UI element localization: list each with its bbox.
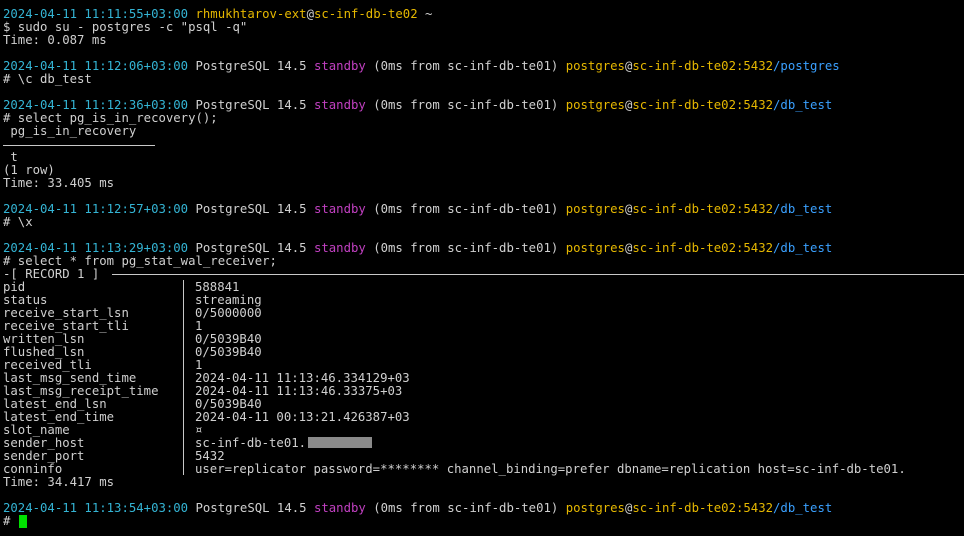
shell-host: sc-inf-db-te02 xyxy=(313,7,418,21)
psql-command: # \x xyxy=(3,215,33,229)
psql-prompt-line: 2024-04-11 11:12:57+03:00 PostgreSQL 14.… xyxy=(3,202,833,216)
timestamp: 2024-04-11 11:12:06+03:00 xyxy=(3,59,189,73)
timestamp: 2024-04-11 11:13:29+03:00 xyxy=(3,241,189,255)
database-name: /db_test xyxy=(773,98,833,112)
record-column-separator xyxy=(183,280,184,475)
record-field-value: 2024-04-11 00:13:21.426387+03 xyxy=(195,410,410,424)
terminal-cursor[interactable] xyxy=(19,515,27,528)
record-field-value: user=replicator password=******** channe… xyxy=(195,462,906,476)
standby-indicator: standby xyxy=(313,501,366,515)
standby-indicator: standby xyxy=(313,202,366,216)
psql-prompt-line: 2024-04-11 11:12:06+03:00 PostgreSQL 14.… xyxy=(3,59,840,73)
database-name: /db_test xyxy=(773,202,833,216)
psql-prompt-line: 2024-04-11 11:13:54+03:00 PostgreSQL 14.… xyxy=(3,501,833,515)
record-field-value: 0/5000000 xyxy=(195,306,262,320)
record-header-rule xyxy=(112,274,964,275)
timestamp: 2024-04-11 11:11:55+03:00 xyxy=(3,7,189,21)
standby-indicator: standby xyxy=(313,98,366,112)
shell-user: rhmukhtarov-ext xyxy=(195,7,307,21)
timestamp: 2024-04-11 11:12:57+03:00 xyxy=(3,202,189,216)
psql-input-prompt[interactable]: # xyxy=(3,515,10,528)
timestamp: 2024-04-11 11:13:54+03:00 xyxy=(3,501,189,515)
timing-output: Time: 33.405 ms xyxy=(3,176,115,190)
psql-command: # \c db_test xyxy=(3,72,92,86)
timestamp: 2024-04-11 11:12:36+03:00 xyxy=(3,98,189,112)
timing-output: Time: 0.087 ms xyxy=(3,33,107,47)
standby-indicator: standby xyxy=(313,59,366,73)
database-name: /postgres xyxy=(773,59,840,73)
database-name: /db_test xyxy=(773,501,833,515)
standby-indicator: standby xyxy=(313,241,366,255)
record-field-value: 0/5039B40 xyxy=(195,345,262,359)
timing-output: Time: 34.417 ms xyxy=(3,475,115,489)
redaction-block xyxy=(308,437,373,448)
database-name: /db_test xyxy=(773,241,833,255)
result-column-header: pg_is_in_recovery xyxy=(3,124,137,138)
result-header-divider xyxy=(3,145,155,146)
